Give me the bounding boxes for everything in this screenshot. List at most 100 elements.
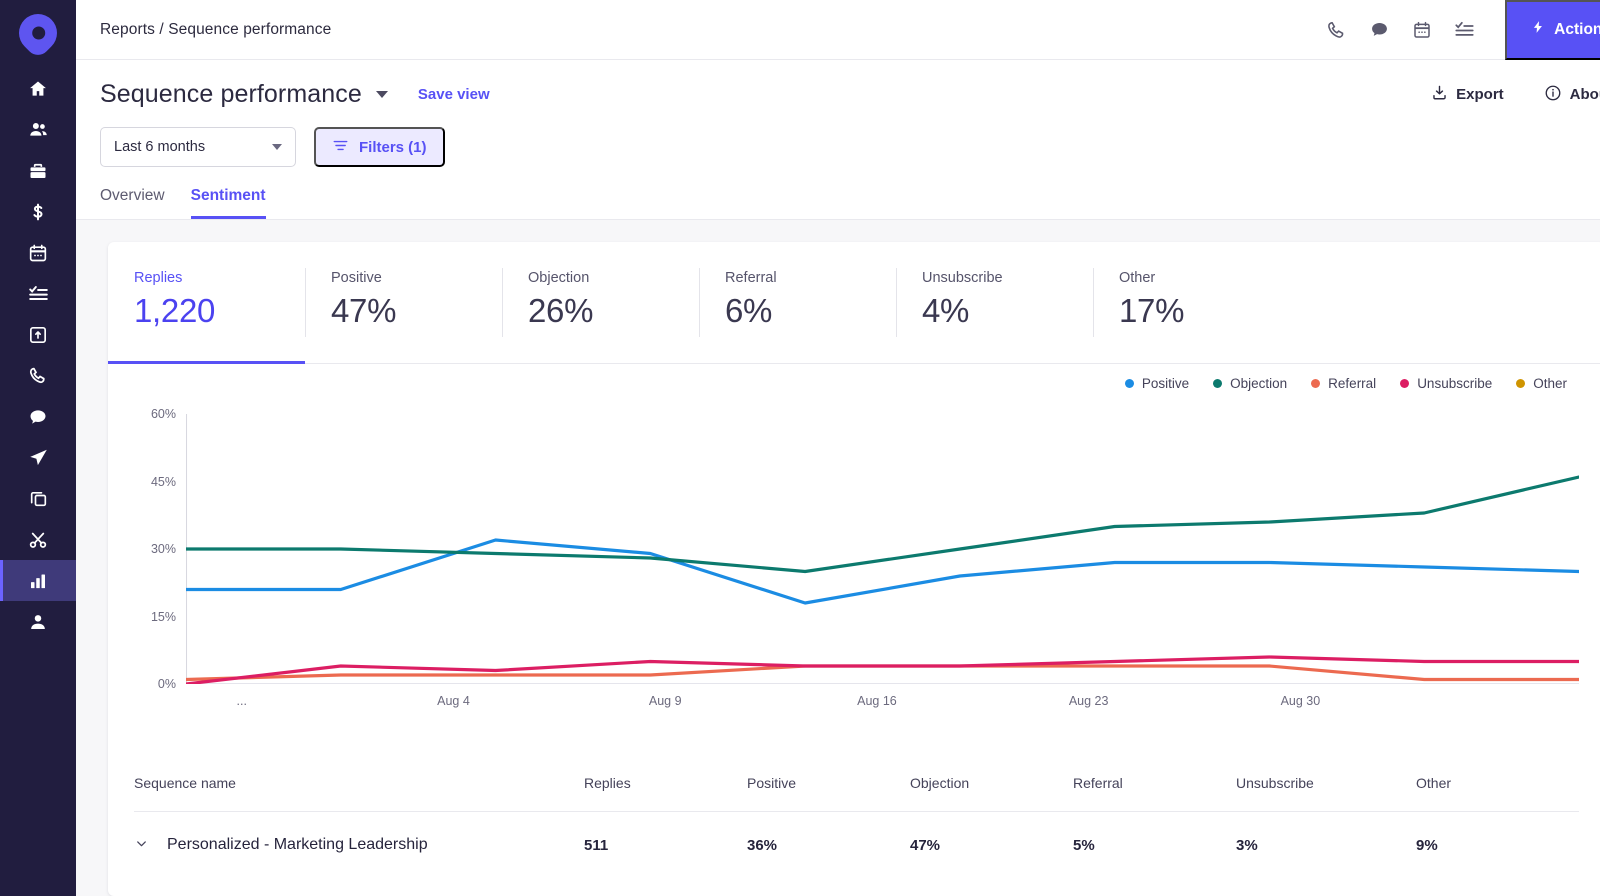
actions-button[interactable]: Actions xyxy=(1505,0,1600,60)
chat-bubble-icon xyxy=(28,407,48,427)
report-card: Replies 1,220 Positive 47% Objection 26%… xyxy=(108,242,1600,896)
kpi-unsubscribe[interactable]: Unsubscribe 4% xyxy=(896,242,1093,363)
view-tabs: Overview Sentiment xyxy=(100,187,1600,219)
kpi-value: 26% xyxy=(528,292,594,329)
kpi-label: Referral xyxy=(725,270,777,286)
sidebar-item-snippets[interactable] xyxy=(0,478,76,519)
topbar-icon-group xyxy=(1327,19,1475,40)
sidebar-item-opportunities[interactable] xyxy=(0,191,76,232)
column-header-referral[interactable]: Referral xyxy=(1073,775,1236,791)
bolt-icon xyxy=(1531,18,1545,41)
column-header-other[interactable]: Other xyxy=(1416,775,1579,791)
save-view-link[interactable]: Save view xyxy=(418,86,490,103)
sidebar-item-templates[interactable] xyxy=(0,314,76,355)
task-list-icon xyxy=(28,283,49,304)
kpi-referral[interactable]: Referral 6% xyxy=(699,242,896,363)
filter-icon xyxy=(332,137,349,158)
legend-item-positive[interactable]: Positive xyxy=(1124,376,1190,391)
chevron-down-icon[interactable] xyxy=(134,836,149,855)
legend-label: Unsubscribe xyxy=(1417,376,1493,391)
x-axis-labels: ... Aug 4 Aug 9 Aug 16 Aug 23 Aug 30 xyxy=(186,694,1579,714)
kpi-value: 4% xyxy=(922,292,970,329)
x-axis-tick: Aug 4 xyxy=(437,694,470,708)
calendar-icon[interactable] xyxy=(1412,20,1432,40)
chat-bubble-icon[interactable] xyxy=(1369,19,1390,40)
column-header-replies[interactable]: Replies xyxy=(584,775,747,791)
table-header-row: Sequence name Replies Positive Objection… xyxy=(134,754,1579,812)
sidebar-item-messages[interactable] xyxy=(0,396,76,437)
kpi-replies[interactable]: Replies 1,220 xyxy=(108,242,305,364)
column-header-sequence-name[interactable]: Sequence name xyxy=(134,775,584,791)
chart-line-objection xyxy=(186,477,1579,572)
y-axis-tick: 0% xyxy=(157,677,176,691)
sidebar-item-people[interactable] xyxy=(0,109,76,150)
legend-label: Positive xyxy=(1141,376,1190,391)
legend-dot-icon xyxy=(1400,379,1410,388)
date-range-select[interactable]: Last 6 months xyxy=(100,127,296,167)
controls-row: Last 6 months Filters (1) xyxy=(100,127,1600,167)
x-axis-tick: Aug 30 xyxy=(1280,694,1321,708)
chart-line-unsubscribe xyxy=(186,657,1579,684)
chart-plot: 0% 15% 30% 45% 60% ... Aug 4 Aug 9 Aug 16 Aug 23… xyxy=(134,402,1579,714)
column-header-unsubscribe[interactable]: Unsubscribe xyxy=(1236,775,1416,791)
column-header-positive[interactable]: Positive xyxy=(747,775,910,791)
y-axis-tick: 45% xyxy=(150,474,176,489)
kpi-other[interactable]: Other 17% xyxy=(1093,242,1290,363)
page-subheader: Sequence performance Save view Export Ab… xyxy=(76,60,1600,220)
legend-item-unsubscribe[interactable]: Unsubscribe xyxy=(1400,376,1492,391)
kpi-value: 17% xyxy=(1119,292,1185,329)
sidebar-item-accounts[interactable] xyxy=(0,150,76,191)
column-header-objection[interactable]: Objection xyxy=(910,775,1073,791)
cell-sequence-name: Personalized - Marketing Leadership xyxy=(134,836,584,855)
chevron-down-icon xyxy=(272,144,282,150)
chevron-down-icon[interactable] xyxy=(375,91,388,98)
breadcrumb[interactable]: Reports / Sequence performance xyxy=(100,21,331,39)
kpi-objection[interactable]: Objection 26% xyxy=(502,242,699,363)
cell-other: 9% xyxy=(1416,836,1438,854)
sidebar-item-home[interactable] xyxy=(0,68,76,109)
phone-icon[interactable] xyxy=(1327,20,1347,40)
send-icon xyxy=(28,447,49,468)
sequence-name-label: Personalized - Marketing Leadership xyxy=(167,836,428,853)
about-button[interactable]: About xyxy=(1544,84,1600,106)
legend-label: Referral xyxy=(1328,376,1377,391)
kpi-label: Unsubscribe xyxy=(922,270,1003,286)
sidebar-item-content[interactable] xyxy=(0,519,76,560)
table-row[interactable]: Personalized - Marketing Leadership 511 … xyxy=(134,812,1579,878)
y-axis-tick: 15% xyxy=(150,609,176,624)
tab-sentiment[interactable]: Sentiment xyxy=(190,187,266,219)
copy-icon xyxy=(29,489,48,508)
sidebar-item-tasks[interactable] xyxy=(0,273,76,314)
cell-replies: 511 xyxy=(584,836,609,854)
briefcase-icon xyxy=(28,161,48,181)
sidebar-item-profile[interactable] xyxy=(0,601,76,642)
legend-item-objection[interactable]: Objection xyxy=(1213,376,1287,391)
app-root: Reports / Sequence performance Action Se… xyxy=(0,0,1600,896)
task-list-icon[interactable] xyxy=(1454,19,1475,40)
filters-button[interactable]: Filters (1) xyxy=(314,127,445,167)
date-range-value: Last 6 months xyxy=(114,139,206,155)
title-row: Sequence performance Save view Export Ab… xyxy=(100,60,1600,109)
kpi-label: Objection xyxy=(528,270,590,286)
cell-referral: 5% xyxy=(1073,836,1095,854)
legend-label: Other xyxy=(1533,376,1567,391)
sequence-table: Sequence name Replies Positive Objection… xyxy=(108,754,1600,878)
sidebar-item-calls[interactable] xyxy=(0,355,76,396)
export-button[interactable]: Export xyxy=(1431,84,1504,105)
legend-item-other[interactable]: Other xyxy=(1516,376,1567,391)
legend-item-referral[interactable]: Referral xyxy=(1311,376,1376,391)
cell-positive: 36% xyxy=(747,836,778,854)
content-region: Replies 1,220 Positive 47% Objection 26%… xyxy=(76,220,1600,896)
sidebar-item-calendar[interactable] xyxy=(0,232,76,273)
kpi-label: Replies xyxy=(134,270,183,286)
sidebar-item-reports[interactable] xyxy=(0,560,76,601)
legend-dot-icon xyxy=(1516,379,1526,388)
kpi-positive[interactable]: Positive 47% xyxy=(305,242,502,363)
legend-label: Objection xyxy=(1230,376,1288,391)
about-label: About xyxy=(1569,86,1600,103)
sidebar-item-sequences[interactable] xyxy=(0,437,76,478)
app-logo[interactable] xyxy=(11,6,65,60)
y-axis-tick: 60% xyxy=(150,407,176,421)
chart-canvas xyxy=(186,402,1579,684)
tab-overview[interactable]: Overview xyxy=(100,187,165,219)
